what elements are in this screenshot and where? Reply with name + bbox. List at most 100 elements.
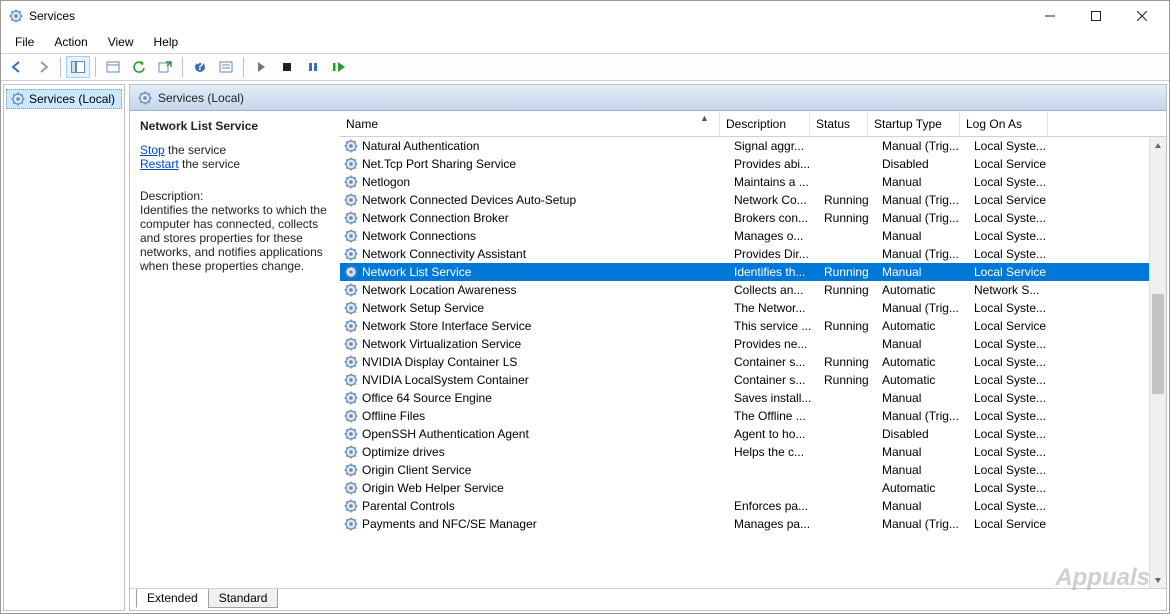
svg-text:?: ? xyxy=(196,61,203,73)
scroll-down-button[interactable] xyxy=(1150,571,1166,588)
service-description: Collects an... xyxy=(734,283,824,297)
menu-view[interactable]: View xyxy=(100,33,142,51)
service-name: Network Connection Broker xyxy=(362,211,734,225)
service-icon xyxy=(344,463,358,477)
table-row[interactable]: Network Virtualization ServiceProvides n… xyxy=(340,335,1166,353)
table-row[interactable]: Origin Web Helper ServiceAutomaticLocal … xyxy=(340,479,1166,497)
service-icon xyxy=(344,373,358,387)
service-description: Identifies th... xyxy=(734,265,824,279)
table-row[interactable]: Network Store Interface ServiceThis serv… xyxy=(340,317,1166,335)
table-row[interactable]: Net.Tcp Port Sharing ServiceProvides abi… xyxy=(340,155,1166,173)
maximize-button[interactable] xyxy=(1073,2,1119,30)
tab-standard[interactable]: Standard xyxy=(208,589,279,608)
service-logon: Local Syste... xyxy=(974,445,1062,459)
service-status: Running xyxy=(824,265,882,279)
titlebar: Services xyxy=(1,1,1169,31)
stop-service-button[interactable] xyxy=(275,56,299,78)
col-logon[interactable]: Log On As xyxy=(960,111,1048,136)
service-description: Provides ne... xyxy=(734,337,824,351)
tree-pane[interactable]: Services (Local) xyxy=(3,84,125,611)
service-icon xyxy=(344,157,358,171)
table-row[interactable]: Origin Client ServiceManualLocal Syste..… xyxy=(340,461,1166,479)
toolbar-separator xyxy=(182,57,183,77)
service-icon xyxy=(344,391,358,405)
service-logon: Local Syste... xyxy=(974,391,1062,405)
filter-button[interactable] xyxy=(214,56,238,78)
table-row[interactable]: Natural AuthenticationSignal aggr...Manu… xyxy=(340,137,1166,155)
back-button[interactable] xyxy=(5,56,29,78)
table-row[interactable]: Network Setup ServiceThe Networ...Manual… xyxy=(340,299,1166,317)
table-row[interactable]: Network ConnectionsManages o...ManualLoc… xyxy=(340,227,1166,245)
menu-action[interactable]: Action xyxy=(46,33,95,51)
service-name: Origin Client Service xyxy=(362,463,734,477)
service-icon xyxy=(344,481,358,495)
toolbar-separator xyxy=(60,57,61,77)
tree-item-services-local[interactable]: Services (Local) xyxy=(6,89,122,109)
table-row[interactable]: NetlogonMaintains a ...ManualLocal Syste… xyxy=(340,173,1166,191)
scroll-up-button[interactable] xyxy=(1150,137,1166,154)
scroll-track[interactable] xyxy=(1150,154,1166,571)
service-name: Office 64 Source Engine xyxy=(362,391,734,405)
service-icon xyxy=(344,265,358,279)
table-row[interactable]: Offline FilesThe Offline ...Manual (Trig… xyxy=(340,407,1166,425)
col-status[interactable]: Status xyxy=(810,111,868,136)
pause-service-button[interactable] xyxy=(301,56,325,78)
service-startup: Automatic xyxy=(882,373,974,387)
service-logon: Local Syste... xyxy=(974,355,1062,369)
service-description: Helps the c... xyxy=(734,445,824,459)
restart-service-line: Restart the service xyxy=(140,157,330,171)
tab-extended[interactable]: Extended xyxy=(136,589,209,608)
scroll-thumb[interactable] xyxy=(1152,294,1164,394)
service-description: Container s... xyxy=(734,355,824,369)
table-row[interactable]: Network Connectivity AssistantProvides D… xyxy=(340,245,1166,263)
table-row[interactable]: NVIDIA Display Container LSContainer s..… xyxy=(340,353,1166,371)
service-name: Network Location Awareness xyxy=(362,283,734,297)
service-logon: Local Syste... xyxy=(974,211,1062,225)
pane-header-title: Services (Local) xyxy=(158,91,244,105)
col-name[interactable]: Name xyxy=(340,111,720,136)
show-hide-tree-button[interactable] xyxy=(66,56,90,78)
table-row[interactable]: Office 64 Source EngineSaves install...M… xyxy=(340,389,1166,407)
table-row[interactable]: Payments and NFC/SE ManagerManages pa...… xyxy=(340,515,1166,533)
service-logon: Local Syste... xyxy=(974,373,1062,387)
refresh-button[interactable] xyxy=(127,56,151,78)
table-row[interactable]: OpenSSH Authentication AgentAgent to ho.… xyxy=(340,425,1166,443)
view-tabs: Extended Standard xyxy=(130,588,1166,610)
service-logon: Local Syste... xyxy=(974,139,1062,153)
service-name: Payments and NFC/SE Manager xyxy=(362,517,734,531)
table-row[interactable]: Parental ControlsEnforces pa...ManualLoc… xyxy=(340,497,1166,515)
service-status: Running xyxy=(824,193,882,207)
service-name: Offline Files xyxy=(362,409,734,423)
close-button[interactable] xyxy=(1119,2,1165,30)
restart-service-button[interactable] xyxy=(327,56,351,78)
service-icon xyxy=(344,175,358,189)
rows-container[interactable]: Natural AuthenticationSignal aggr...Manu… xyxy=(340,137,1166,588)
table-row[interactable]: Optimize drivesHelps the c...ManualLocal… xyxy=(340,443,1166,461)
table-row[interactable]: NVIDIA LocalSystem ContainerContainer s.… xyxy=(340,371,1166,389)
col-startup[interactable]: Startup Type xyxy=(868,111,960,136)
table-row[interactable]: Network Connected Devices Auto-SetupNetw… xyxy=(340,191,1166,209)
start-service-button[interactable] xyxy=(249,56,273,78)
stop-link[interactable]: Stop xyxy=(140,143,165,157)
forward-button[interactable] xyxy=(31,56,55,78)
service-icon xyxy=(344,229,358,243)
tree-item-label: Services (Local) xyxy=(29,92,115,106)
menu-help[interactable]: Help xyxy=(146,33,187,51)
help-button[interactable]: ? xyxy=(188,56,212,78)
menu-file[interactable]: File xyxy=(7,33,42,51)
table-row[interactable]: Network Location AwarenessCollects an...… xyxy=(340,281,1166,299)
menubar: File Action View Help xyxy=(1,31,1169,53)
service-startup: Disabled xyxy=(882,157,974,171)
minimize-button[interactable] xyxy=(1027,2,1073,30)
service-icon xyxy=(344,427,358,441)
service-logon: Local Service xyxy=(974,517,1062,531)
properties-button[interactable] xyxy=(101,56,125,78)
scrollbar-vertical[interactable] xyxy=(1149,137,1166,588)
table-row[interactable]: Network List ServiceIdentifies th...Runn… xyxy=(340,263,1166,281)
col-description[interactable]: Description xyxy=(720,111,810,136)
service-icon xyxy=(344,355,358,369)
service-description: Container s... xyxy=(734,373,824,387)
export-list-button[interactable] xyxy=(153,56,177,78)
restart-link[interactable]: Restart xyxy=(140,157,179,171)
table-row[interactable]: Network Connection BrokerBrokers con...R… xyxy=(340,209,1166,227)
